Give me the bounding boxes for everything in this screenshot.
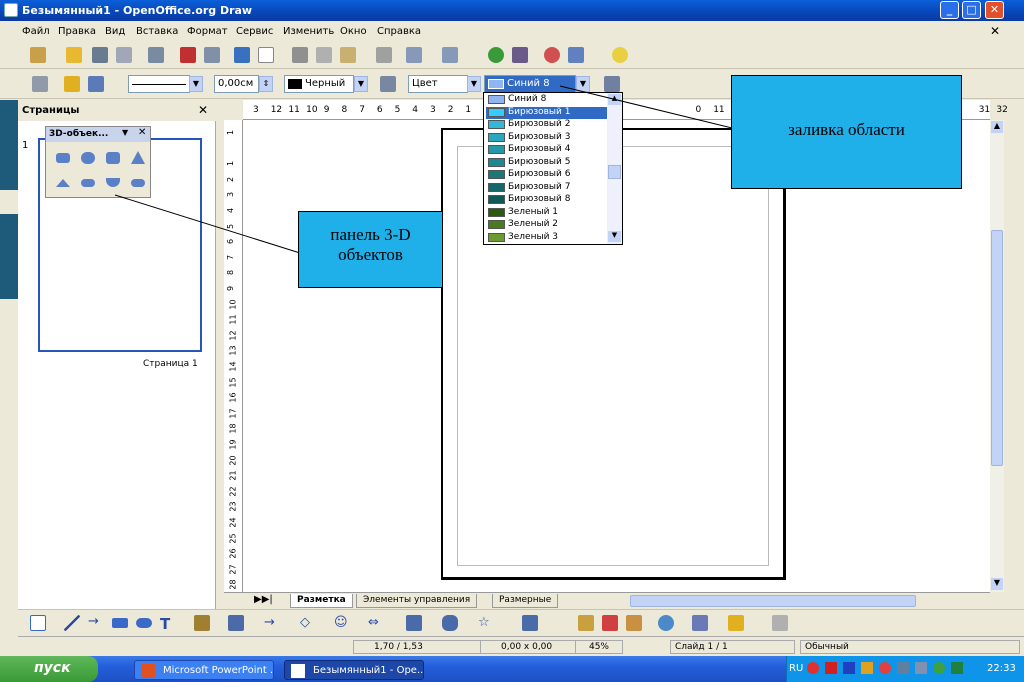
- leader-panel: [114, 194, 301, 254]
- callout-3d-panel: панель 3-D объектов: [298, 211, 443, 288]
- callout-panel-text: панель 3-D объектов: [330, 225, 411, 264]
- callout-fill-text: заливка области: [788, 120, 905, 139]
- callout-fill-area: заливка области: [731, 75, 962, 189]
- leader-fill: [559, 85, 733, 129]
